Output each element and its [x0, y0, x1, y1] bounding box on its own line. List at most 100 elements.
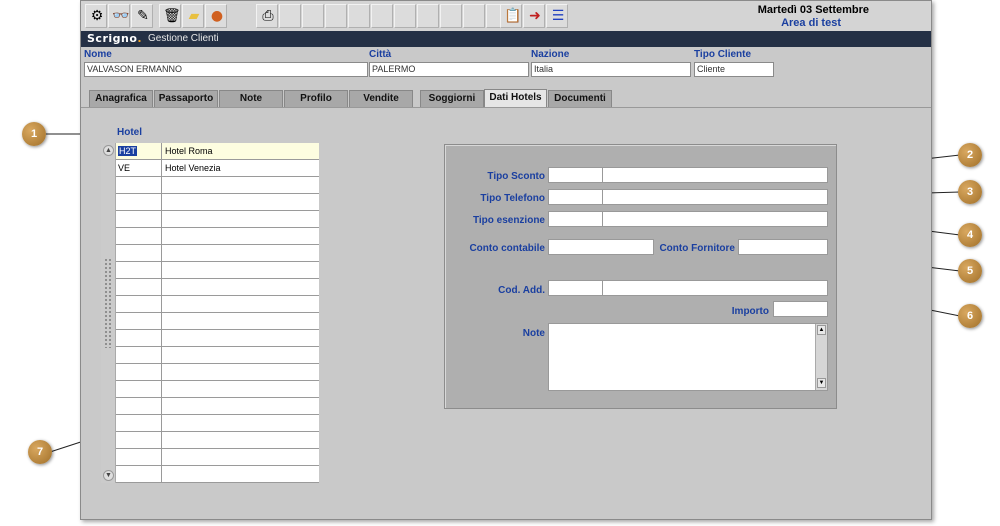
- search-button[interactable]: 👓: [108, 4, 130, 28]
- callout-3: 3: [958, 180, 982, 204]
- scroll-down-icon[interactable]: ▼: [103, 470, 114, 481]
- report-button[interactable]: 📋: [500, 4, 522, 28]
- tab-anagrafica[interactable]: Anagrafica: [89, 90, 153, 107]
- print-button[interactable]: ⎙: [256, 4, 278, 28]
- empty-cell: [116, 381, 162, 397]
- callout-7: 7: [28, 440, 52, 464]
- tab-note[interactable]: Note: [219, 90, 283, 107]
- importo-field[interactable]: [773, 301, 828, 317]
- conto-fornitore-field[interactable]: [738, 239, 828, 255]
- tab-documenti[interactable]: Documenti: [548, 90, 612, 107]
- list-item-empty[interactable]: [116, 194, 319, 211]
- list-item-empty[interactable]: [116, 466, 319, 483]
- list-item-empty[interactable]: [116, 432, 319, 449]
- empty-cell: [162, 296, 319, 312]
- edit-button[interactable]: ✎: [131, 4, 153, 28]
- citta-field[interactable]: PALERMO: [369, 62, 529, 77]
- cod-add-label: Cod. Add.: [498, 285, 545, 296]
- list-item-empty[interactable]: [116, 313, 319, 330]
- note-scrollbar[interactable]: ▲ ▼: [815, 324, 827, 390]
- conto-contabile-label: Conto contabile: [469, 243, 545, 254]
- hotel-code-cell: VE: [116, 160, 162, 176]
- empty-cell: [116, 296, 162, 312]
- empty-cell: [116, 330, 162, 346]
- tab-profilo[interactable]: Profilo: [284, 90, 348, 107]
- scroll-up-icon[interactable]: ▲: [103, 145, 114, 156]
- empty-cell: [116, 279, 162, 295]
- list-item-empty[interactable]: [116, 330, 319, 347]
- tipo-sconto-desc-field[interactable]: [602, 167, 828, 183]
- tipo-telefono-desc-field[interactable]: [602, 189, 828, 205]
- toolbar-slot-7[interactable]: [417, 4, 439, 28]
- toolbar-slot-5[interactable]: [371, 4, 393, 28]
- tipo-esenzione-desc-field[interactable]: [602, 211, 828, 227]
- scroll-grip[interactable]: [104, 258, 112, 348]
- nome-field[interactable]: VALVASON ERMANNO: [84, 62, 368, 77]
- empty-cell: [116, 398, 162, 414]
- list-item-empty[interactable]: [116, 296, 319, 313]
- note-textarea[interactable]: ▲ ▼: [548, 323, 828, 391]
- list-item-empty[interactable]: [116, 449, 319, 466]
- callout-6: 6: [958, 304, 982, 328]
- list-item[interactable]: H2T Hotel Roma: [116, 143, 319, 160]
- list-item-empty[interactable]: [116, 245, 319, 262]
- scroll-up-icon[interactable]: ▲: [817, 325, 826, 335]
- toolbar-slot-6[interactable]: [394, 4, 416, 28]
- list-item-empty[interactable]: [116, 228, 319, 245]
- delete-button[interactable]: 🗑: [159, 4, 181, 28]
- empty-cell: [116, 432, 162, 448]
- list-item-empty[interactable]: [116, 398, 319, 415]
- list-item-empty[interactable]: [116, 415, 319, 432]
- conto-contabile-field[interactable]: [548, 239, 654, 255]
- list-item-empty[interactable]: [116, 364, 319, 381]
- tab-dati-hotels[interactable]: Dati Hotels: [484, 89, 547, 108]
- list-button[interactable]: ☰: [546, 4, 568, 28]
- trash-icon: 🗑: [163, 8, 181, 24]
- tipo-telefono-code-field[interactable]: [548, 189, 603, 205]
- list-item-empty[interactable]: [116, 177, 319, 194]
- exit-icon: ➜: [529, 8, 541, 24]
- list-item-empty[interactable]: [116, 262, 319, 279]
- tools-icon: ⚙: [90, 8, 104, 24]
- hotel-code: H2T: [118, 146, 138, 156]
- list-item-empty[interactable]: [116, 347, 319, 364]
- toolbar-slot-3[interactable]: [325, 4, 347, 28]
- user-button[interactable]: ●: [205, 4, 227, 28]
- list-item-empty[interactable]: [116, 211, 319, 228]
- list-item[interactable]: VE Hotel Venezia: [116, 160, 319, 177]
- printer-icon: ⎙: [262, 8, 274, 24]
- title-bar: Scrigno. Gestione Clienti: [81, 31, 931, 47]
- toolbar-slot-4[interactable]: [348, 4, 370, 28]
- list-item-empty[interactable]: [116, 381, 319, 398]
- toolbar: ⚙ 👓 ✎ 🗑 ▰ ● ⎙ 📋 ➜ ☰ Martedì 03 Settembre…: [81, 1, 931, 31]
- list-scrollbar[interactable]: ▲ ▼: [101, 143, 116, 483]
- empty-cell: [162, 228, 319, 244]
- tools-button[interactable]: ⚙: [85, 4, 107, 28]
- cod-add-desc-field[interactable]: [602, 280, 828, 296]
- tipo-cliente-label: Tipo Cliente: [694, 49, 752, 60]
- tipo-cliente-field[interactable]: Cliente: [694, 62, 774, 77]
- empty-cell: [162, 449, 319, 465]
- hotel-name-cell: Hotel Venezia: [165, 163, 221, 173]
- tab-divider: [81, 107, 931, 108]
- toolbar-slot-8[interactable]: [440, 4, 462, 28]
- tab-soggiorni[interactable]: Soggiorni: [420, 90, 484, 107]
- scroll-down-icon[interactable]: ▼: [817, 378, 826, 388]
- tab-vendite[interactable]: Vendite: [349, 90, 413, 107]
- toolbar-slot-9[interactable]: [463, 4, 485, 28]
- cod-add-code-field[interactable]: [548, 280, 603, 296]
- tab-passaporto[interactable]: Passaporto: [154, 90, 218, 107]
- empty-cell: [116, 364, 162, 380]
- tipo-esenzione-code-field[interactable]: [548, 211, 603, 227]
- empty-cell: [162, 279, 319, 295]
- callout-5: 5: [958, 259, 982, 283]
- app-logo: Scrigno.: [87, 32, 143, 45]
- open-button[interactable]: ▰: [182, 4, 204, 28]
- empty-cell: [162, 313, 319, 329]
- nazione-field[interactable]: Italia: [531, 62, 691, 77]
- list-item-empty[interactable]: [116, 279, 319, 296]
- toolbar-slot-2[interactable]: [302, 4, 324, 28]
- exit-button[interactable]: ➜: [523, 4, 545, 28]
- tipo-sconto-code-field[interactable]: [548, 167, 603, 183]
- toolbar-slot-1[interactable]: [279, 4, 301, 28]
